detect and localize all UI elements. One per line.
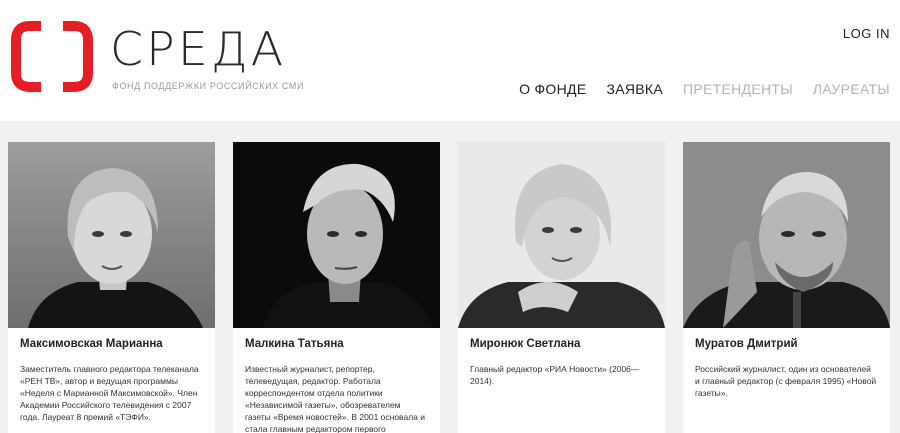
nav-candidates[interactable]: ПРЕТЕНДЕНТЫ xyxy=(683,81,793,97)
person-photo[interactable] xyxy=(8,142,215,328)
person-card[interactable]: Малкина Татьяна Известный журналист, реп… xyxy=(233,142,440,433)
person-name[interactable]: Малкина Татьяна xyxy=(233,328,440,363)
logo-bracket-icon[interactable] xyxy=(8,20,96,93)
nav-application[interactable]: ЗАЯВКА xyxy=(606,81,663,97)
person-card[interactable]: Муратов Дмитрий Российский журналист, од… xyxy=(683,142,890,433)
person-card[interactable]: Миронюк Светлана Главный редактор «РИА Н… xyxy=(458,142,665,433)
logo-wordmark[interactable]: СРЕДА xyxy=(110,26,286,72)
logo-tagline: ФОНД ПОДДЕРЖКИ РОССИЙСКИХ СМИ xyxy=(112,81,305,91)
nav-about[interactable]: О ФОНДЕ xyxy=(519,81,586,97)
person-photo[interactable] xyxy=(458,142,665,328)
main-nav: О ФОНДЕ ЗАЯВКА ПРЕТЕНДЕНТЫ ЛАУРЕАТЫ xyxy=(519,81,890,97)
person-name[interactable]: Максимовская Марианна xyxy=(8,328,215,363)
nav-laureates[interactable]: ЛАУРЕАТЫ xyxy=(813,81,890,97)
person-bio: Известный журналист, репортер, телеведущ… xyxy=(245,364,426,433)
person-bio: Главный редактор «РИА Новости» (2006—201… xyxy=(470,364,640,386)
person-name[interactable]: Муратов Дмитрий xyxy=(683,328,890,363)
person-photo[interactable] xyxy=(233,142,440,328)
person-card[interactable]: Максимовская Марианна Заместитель главно… xyxy=(8,142,215,433)
person-bio: Заместитель главного редактора телеканал… xyxy=(20,364,199,422)
person-bio: Российский журналист, один из основателе… xyxy=(695,364,877,398)
site-header: СРЕДА ФОНД ПОДДЕРЖКИ РОССИЙСКИХ СМИ LOG … xyxy=(0,0,900,121)
person-photo[interactable] xyxy=(683,142,890,328)
login-link[interactable]: LOG IN xyxy=(843,26,890,41)
people-grid: Максимовская Марианна Заместитель главно… xyxy=(8,142,890,433)
person-name[interactable]: Миронюк Светлана xyxy=(458,328,665,363)
